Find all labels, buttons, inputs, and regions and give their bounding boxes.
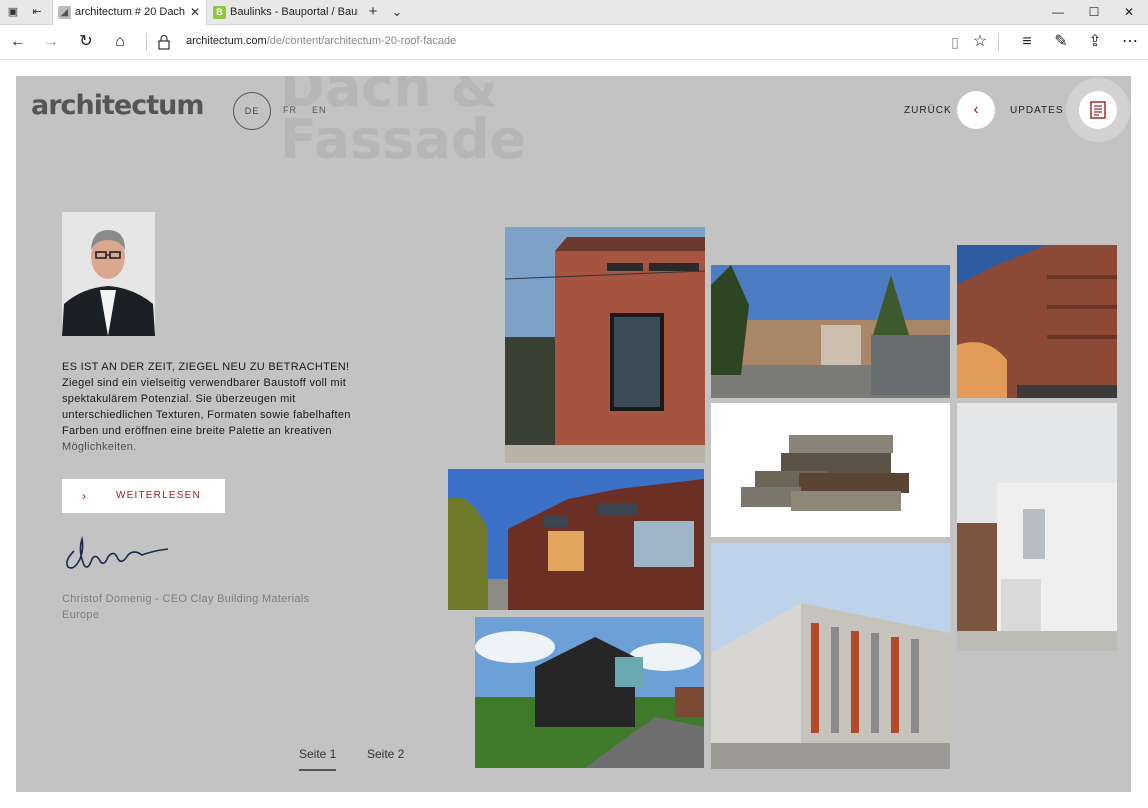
forward-arrow-icon[interactable]: → bbox=[39, 31, 63, 53]
author-portrait bbox=[62, 212, 155, 336]
close-window-icon[interactable]: ✕ bbox=[1110, 0, 1148, 25]
url-path: /de/content/architectum-20-roof-facade bbox=[266, 35, 457, 47]
more-icon[interactable]: ⋯ bbox=[1118, 31, 1142, 53]
brick-house-photo[interactable] bbox=[505, 227, 705, 463]
url-field[interactable]: architectum.com/de/content/architectum-2… bbox=[186, 35, 456, 47]
tab-actions-icon[interactable]: ▣ bbox=[6, 6, 20, 18]
close-tab-icon[interactable]: ✕ bbox=[190, 0, 200, 25]
updates-link[interactable]: UPDATES bbox=[1010, 105, 1064, 116]
page-content: Dach & Fassade architectum DE FR EN ZURÜ… bbox=[16, 76, 1131, 792]
divider bbox=[998, 33, 999, 51]
white-house-photo[interactable] bbox=[957, 403, 1117, 651]
section-title: Dach & Fassade bbox=[280, 76, 527, 171]
tab-list-chevron-icon[interactable]: ⌄ bbox=[390, 5, 404, 18]
lock-icon[interactable] bbox=[158, 34, 170, 50]
logo[interactable]: architectum bbox=[31, 90, 205, 121]
new-tab-icon[interactable]: + bbox=[366, 4, 380, 19]
lang-de[interactable]: DE bbox=[233, 92, 271, 130]
intro-fade bbox=[62, 436, 362, 471]
url-host: architectum.com bbox=[186, 35, 267, 47]
lang-fr[interactable]: FR bbox=[283, 105, 297, 115]
reading-view-icon[interactable]: ▯ bbox=[943, 31, 967, 53]
web-note-icon[interactable]: ✎ bbox=[1049, 31, 1073, 53]
tab-baulinks[interactable]: B Baulinks - Bauportal / Baurr bbox=[208, 0, 358, 25]
read-more-button[interactable]: › WEITERLESEN bbox=[62, 479, 225, 513]
baulinks-favicon-icon: B bbox=[213, 6, 226, 19]
set-aside-tabs-icon[interactable]: ⇤ bbox=[30, 6, 44, 18]
refresh-icon[interactable]: ↻ bbox=[74, 31, 98, 53]
black-house-photo[interactable] bbox=[475, 617, 704, 768]
brick-courtyard-photo[interactable] bbox=[711, 265, 950, 398]
chevron-right-icon: › bbox=[82, 489, 88, 503]
favorite-star-icon[interactable]: ☆ bbox=[968, 31, 992, 53]
divider bbox=[146, 33, 147, 51]
read-more-label: WEITERLESEN bbox=[116, 490, 201, 501]
tab-title: Baulinks - Bauportal / Baurr bbox=[230, 6, 358, 18]
tab-architectum[interactable]: ◢ architectum # 20 Dach ✕ bbox=[52, 0, 207, 25]
architectum-favicon-icon: ◢ bbox=[58, 6, 71, 19]
signature bbox=[66, 535, 169, 569]
tab-bar: ▣ ⇤ ◢ architectum # 20 Dach ✕ B Baulinks… bbox=[0, 0, 1148, 25]
minimize-icon[interactable]: — bbox=[1039, 0, 1077, 25]
bricks-stack-photo[interactable] bbox=[711, 403, 950, 537]
share-icon[interactable]: ⇪ bbox=[1083, 31, 1107, 53]
back-chevron-icon[interactable]: ‹ bbox=[957, 91, 995, 129]
maximize-icon[interactable]: ☐ bbox=[1075, 0, 1113, 25]
back-link[interactable]: ZURÜCK bbox=[904, 105, 952, 116]
hub-icon[interactable]: ≡ bbox=[1015, 31, 1039, 53]
tab-title: architectum # 20 Dach bbox=[75, 6, 186, 18]
page-1-tab[interactable]: Seite 1 bbox=[299, 747, 337, 771]
apartment-block-photo[interactable] bbox=[711, 543, 950, 769]
brick-facade-night-photo[interactable] bbox=[957, 245, 1117, 398]
back-arrow-icon[interactable]: ← bbox=[6, 31, 30, 53]
dark-brick-houses-photo[interactable] bbox=[448, 469, 704, 610]
page-2-tab[interactable]: Seite 2 bbox=[367, 747, 404, 761]
author-caption: Christof Domenig - CEO Clay Building Mat… bbox=[62, 593, 310, 621]
newspaper-icon[interactable] bbox=[1079, 91, 1117, 129]
lang-en[interactable]: EN bbox=[312, 105, 327, 115]
address-bar: ← → ↻ ⌂ architectum.com/de/content/archi… bbox=[0, 25, 1148, 60]
home-icon[interactable]: ⌂ bbox=[108, 31, 132, 53]
